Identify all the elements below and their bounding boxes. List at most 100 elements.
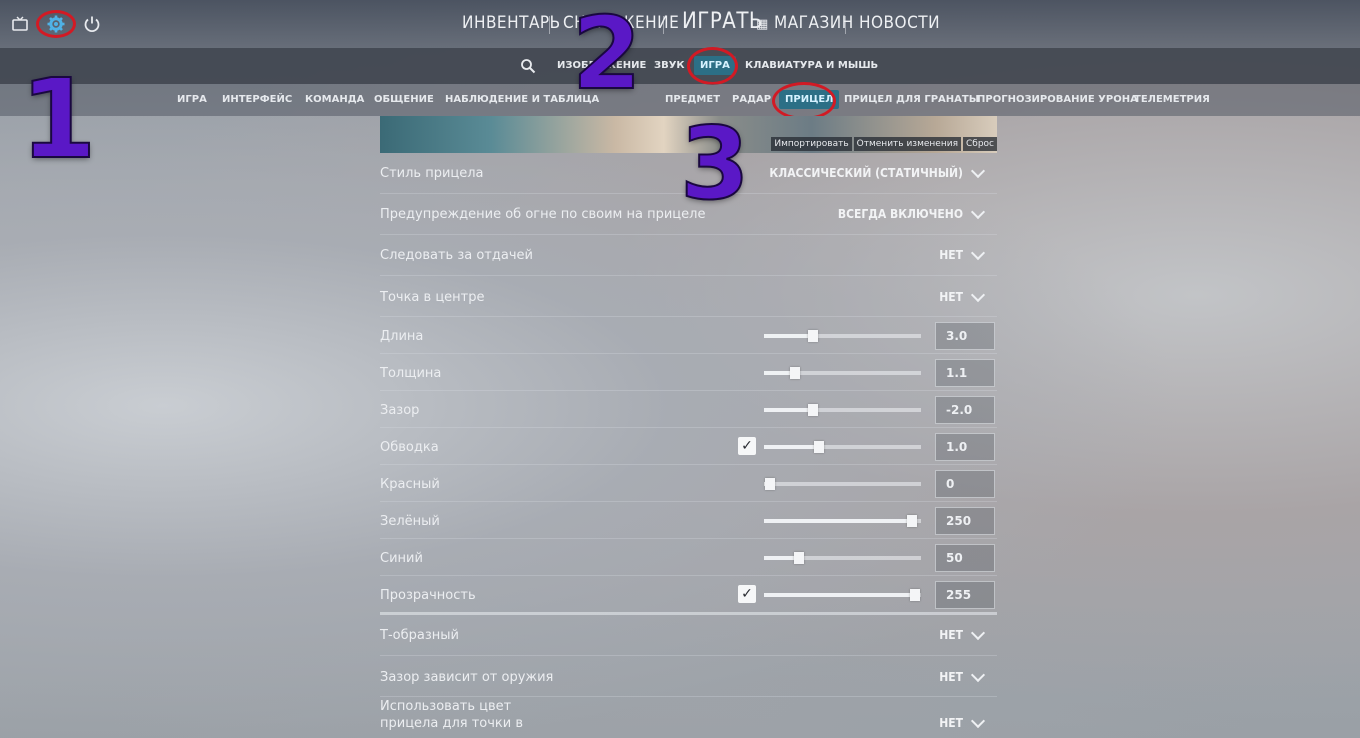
dropdown-value[interactable]: НЕТ bbox=[939, 716, 963, 730]
setting-weapon-gap[interactable]: Зазор зависит от оружия НЕТ bbox=[380, 656, 997, 697]
nav-separator bbox=[663, 16, 664, 34]
slider-track[interactable] bbox=[764, 367, 921, 379]
dropdown-value[interactable]: НЕТ bbox=[939, 290, 963, 304]
setting-label: Длина bbox=[380, 329, 424, 344]
annotation-step-1: 1 bbox=[19, 55, 98, 183]
reset-button[interactable]: Сброс bbox=[962, 137, 997, 151]
setting-dot-color[interactable]: Использовать цвет прицела для точки в НЕ… bbox=[380, 697, 997, 738]
slider-track[interactable] bbox=[764, 552, 921, 564]
nav-separator bbox=[549, 16, 550, 34]
tab-radar[interactable]: РАДАР bbox=[732, 94, 771, 105]
slider-track[interactable] bbox=[764, 478, 921, 490]
game-highlight bbox=[687, 47, 738, 85]
dropdown-value[interactable]: ВСЕГДА ВКЛЮЧЕНО bbox=[838, 207, 963, 221]
value-input[interactable]: 1.1 bbox=[935, 359, 995, 387]
nav-inventory[interactable]: ИНВЕНТАРЬ bbox=[462, 13, 561, 33]
slider-thumb[interactable] bbox=[794, 552, 804, 564]
dropdown-value[interactable]: НЕТ bbox=[939, 670, 963, 684]
value-input[interactable]: 1.0 bbox=[935, 433, 995, 461]
tab-item[interactable]: ПРЕДМЕТ bbox=[665, 94, 720, 105]
value-input[interactable]: 255 bbox=[935, 581, 995, 609]
setting-label: Обводка bbox=[380, 440, 439, 455]
slider-fill bbox=[764, 445, 819, 449]
slider-fill bbox=[764, 408, 813, 412]
chevron-down-icon[interactable] bbox=[970, 713, 986, 729]
slider-track[interactable] bbox=[764, 515, 921, 527]
setting-label: Синий bbox=[380, 551, 423, 566]
chevron-down-icon[interactable] bbox=[970, 204, 986, 220]
dropdown-value[interactable]: КЛАССИЧЕСКИЙ (СТАТИЧНЫЙ) bbox=[769, 166, 963, 180]
tab-team[interactable]: КОМАНДА bbox=[305, 94, 364, 105]
nav-separator bbox=[845, 16, 846, 34]
subnav-audio[interactable]: ЗВУК bbox=[654, 60, 685, 71]
setting-label: Зазор зависит от оружия bbox=[380, 670, 554, 685]
outline-checkbox[interactable]: ✓ bbox=[738, 437, 756, 455]
setting-alpha[interactable]: Прозрачность ✓ 255 bbox=[380, 576, 997, 612]
chevron-down-icon[interactable] bbox=[970, 667, 986, 683]
chevron-down-icon[interactable] bbox=[970, 287, 986, 303]
setting-label: Красный bbox=[380, 477, 440, 492]
setting-label: Толщина bbox=[380, 366, 442, 381]
slider-thumb[interactable] bbox=[808, 404, 818, 416]
setting-label: прицела для точки в bbox=[380, 716, 524, 731]
crosshair-highlight bbox=[772, 82, 836, 120]
slider-thumb[interactable] bbox=[808, 330, 818, 342]
slider-fill bbox=[764, 519, 912, 523]
setting-label: Зазор bbox=[380, 403, 420, 418]
nav-news[interactable]: НОВОСТИ bbox=[859, 13, 940, 33]
setting-thickness[interactable]: Толщина 1.1 bbox=[380, 354, 997, 391]
slider-thumb[interactable] bbox=[765, 478, 775, 490]
setting-label: Следовать за отдачей bbox=[380, 248, 533, 263]
import-button[interactable]: Импортировать bbox=[771, 137, 852, 151]
tab-communication[interactable]: ОБЩЕНИЕ bbox=[374, 94, 434, 105]
slider-track[interactable] bbox=[764, 441, 921, 453]
tab-telemetry[interactable]: ТЕЛЕМЕТРИЯ bbox=[1134, 94, 1210, 105]
dropdown-value[interactable]: НЕТ bbox=[939, 628, 963, 642]
slider-thumb[interactable] bbox=[907, 515, 917, 527]
subnav-keyboard-mouse[interactable]: КЛАВИАТУРА И МЫШЬ bbox=[745, 60, 878, 71]
setting-label: Использовать цвет bbox=[380, 699, 512, 714]
main-nav: ИНВЕНТАРЬ СНАРЯЖЕНИЕ ИГРАТЬ ▦ МАГАЗИН НО… bbox=[0, 9, 1360, 39]
slider-thumb[interactable] bbox=[790, 367, 800, 379]
slider-fill bbox=[764, 334, 813, 338]
setting-center-dot[interactable]: Точка в центре НЕТ bbox=[380, 276, 997, 317]
setting-green[interactable]: Зелёный 250 bbox=[380, 502, 997, 539]
chevron-down-icon[interactable] bbox=[970, 163, 986, 179]
value-input[interactable]: 250 bbox=[935, 507, 995, 535]
setting-label: Зелёный bbox=[380, 514, 440, 529]
slider-fill bbox=[764, 593, 915, 597]
nav-store[interactable]: МАГАЗИН bbox=[774, 13, 854, 33]
value-input[interactable]: 0 bbox=[935, 470, 995, 498]
value-input[interactable]: -2.0 bbox=[935, 396, 995, 424]
slider-track[interactable] bbox=[764, 404, 921, 416]
store-icon: ▦ bbox=[756, 17, 769, 32]
tab-game[interactable]: ИГРА bbox=[177, 94, 207, 105]
revert-changes-button[interactable]: Отменить изменения bbox=[853, 137, 961, 151]
setting-blue[interactable]: Синий 50 bbox=[380, 539, 997, 576]
search-icon[interactable] bbox=[520, 58, 536, 78]
alpha-checkbox[interactable]: ✓ bbox=[738, 585, 756, 603]
setting-t-shape[interactable]: Т-образный НЕТ bbox=[380, 615, 997, 656]
setting-red[interactable]: Красный 0 bbox=[380, 465, 997, 502]
tab-interface[interactable]: ИНТЕРФЕЙС bbox=[222, 94, 292, 105]
slider-thumb[interactable] bbox=[910, 589, 920, 601]
slider-track[interactable] bbox=[764, 589, 921, 601]
setting-outline[interactable]: Обводка ✓ 1.0 bbox=[380, 428, 997, 465]
slider-thumb[interactable] bbox=[814, 441, 824, 453]
chevron-down-icon[interactable] bbox=[970, 245, 986, 261]
tab-grenade-crosshair[interactable]: ПРИЦЕЛ ДЛЯ ГРАНАТЫ bbox=[844, 94, 979, 105]
setting-label: Точка в центре bbox=[380, 290, 485, 305]
setting-follow-recoil[interactable]: Следовать за отдачей НЕТ bbox=[380, 235, 997, 276]
setting-gap[interactable]: Зазор -2.0 bbox=[380, 391, 997, 428]
slider-track[interactable] bbox=[764, 330, 921, 342]
value-input[interactable]: 3.0 bbox=[935, 322, 995, 350]
setting-label: Прозрачность bbox=[380, 588, 476, 603]
chevron-down-icon[interactable] bbox=[970, 625, 986, 641]
tab-damage-prediction[interactable]: ПРОГНОЗИРОВАНИЕ УРОНА bbox=[977, 94, 1138, 105]
setting-label: Т-образный bbox=[380, 628, 459, 643]
nav-play[interactable]: ИГРАТЬ bbox=[682, 9, 763, 34]
setting-label: Стиль прицела bbox=[380, 166, 484, 181]
setting-length[interactable]: Длина 3.0 bbox=[380, 317, 997, 354]
dropdown-value[interactable]: НЕТ bbox=[939, 248, 963, 262]
value-input[interactable]: 50 bbox=[935, 544, 995, 572]
